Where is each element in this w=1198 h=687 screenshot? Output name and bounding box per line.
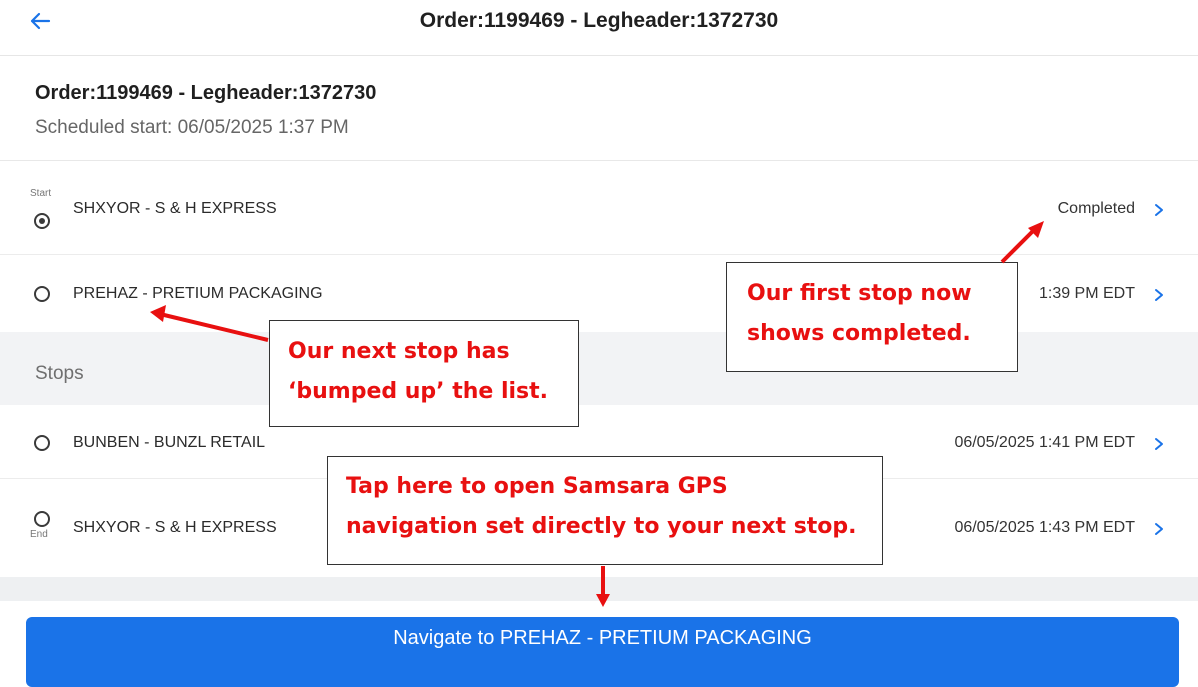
end-tag: End	[30, 529, 48, 540]
stop-name: SHXYOR - S & H EXPRESS	[73, 200, 277, 217]
radio-unselected-icon[interactable]	[34, 286, 50, 302]
order-title: Order:1199469 - Legheader:1372730	[35, 82, 377, 104]
stop-time: 1:39 PM EDT	[1038, 285, 1135, 302]
annotation-line: shows completed.	[747, 321, 971, 346]
order-header: Order:1199469 - Legheader:1372730 Schedu…	[0, 56, 1198, 161]
stop-row-next[interactable]: PREHAZ - PRETIUM PACKAGING 1:39 PM EDT	[0, 255, 1198, 332]
navigate-button[interactable]: Navigate to PREHAZ - PRETIUM PACKAGING	[26, 617, 1179, 687]
stop-time: 06/05/2025 1:41 PM EDT	[954, 434, 1135, 451]
stop-name: PREHAZ - PRETIUM PACKAGING	[73, 285, 323, 302]
radio-unselected-icon[interactable]	[34, 435, 50, 451]
chevron-right-icon[interactable]	[1152, 202, 1166, 218]
page-title: Order:1199469 - Legheader:1372730	[419, 9, 779, 32]
stops-section-header: Stops	[0, 332, 1198, 405]
annotation-completed: Our first stop now shows completed.	[726, 262, 1018, 372]
annotation-line: navigation set directly to your next sto…	[346, 514, 857, 539]
stop-name: BUNBEN - BUNZL RETAIL	[73, 434, 266, 451]
annotation-line: ‘bumped up’ the list.	[288, 379, 549, 404]
stop-time: 06/05/2025 1:43 PM EDT	[954, 519, 1135, 536]
top-app-bar: Order:1199469 - Legheader:1372730	[0, 0, 1198, 56]
chevron-right-icon[interactable]	[1152, 436, 1166, 452]
annotation-navigate: Tap here to open Samsara GPS navigation …	[327, 456, 883, 565]
section-title: Stops	[35, 363, 84, 384]
stop-row-start[interactable]: Start SHXYOR - S & H EXPRESS Completed	[0, 162, 1198, 255]
chevron-right-icon[interactable]	[1152, 521, 1166, 537]
scheduled-start: Scheduled start: 06/05/2025 1:37 PM	[35, 117, 349, 138]
start-tag: Start	[30, 188, 52, 199]
radio-selected-icon[interactable]	[34, 213, 50, 229]
list-footer-band	[0, 577, 1198, 601]
radio-unselected-icon[interactable]	[34, 511, 50, 527]
annotation-next-stop: Our next stop has ‘bumped up’ the list.	[269, 320, 579, 427]
chevron-right-icon[interactable]	[1152, 287, 1166, 303]
annotation-line: Tap here to open Samsara GPS	[346, 474, 728, 499]
stop-name: SHXYOR - S & H EXPRESS	[73, 519, 277, 536]
annotation-line: Our first stop now	[747, 281, 972, 306]
annotation-line: Our next stop has	[288, 339, 510, 364]
status-completed: Completed	[1057, 200, 1135, 217]
